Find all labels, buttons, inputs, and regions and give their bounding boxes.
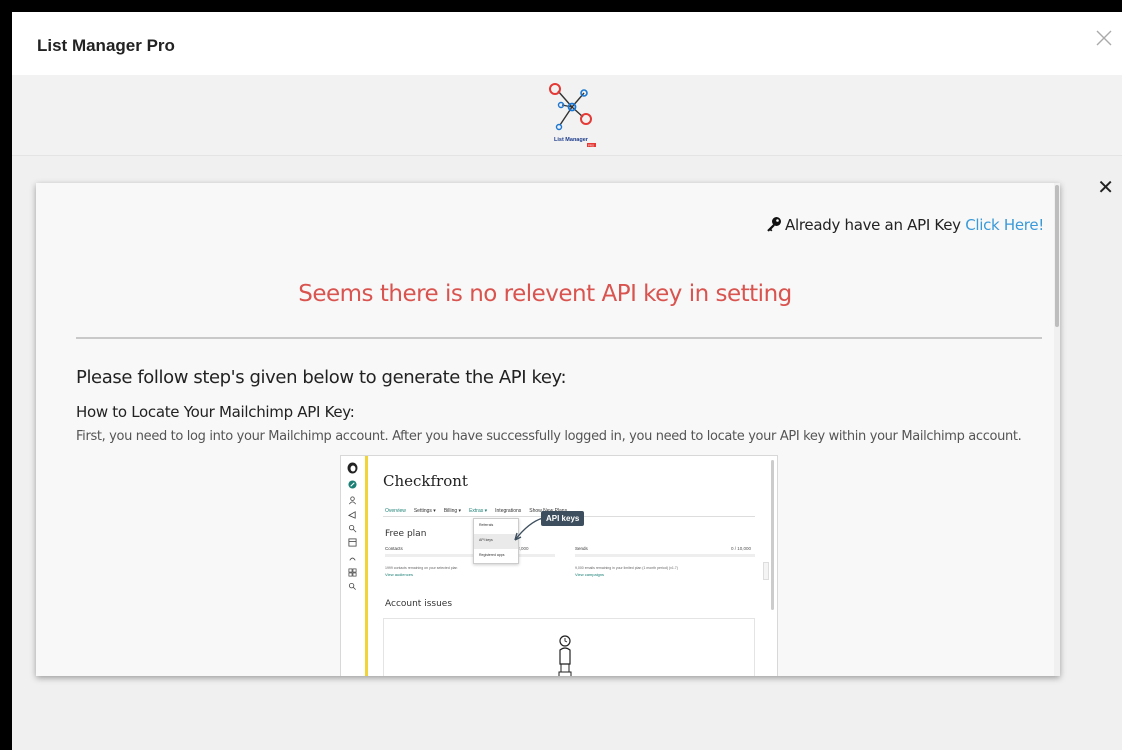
plan-title: Free plan: [385, 529, 427, 539]
sends-bar: [575, 554, 755, 557]
divider: [76, 337, 1042, 339]
sends-label: Sends: [575, 546, 588, 551]
sends-link: View campaigns: [575, 572, 605, 577]
dialog-window: List Manager Pro List Manager PRO ✕ Alre…: [12, 12, 1122, 750]
mailchimp-sidebar: [341, 456, 365, 676]
click-here-link[interactable]: Click Here!: [965, 216, 1044, 234]
account-name: Checkfront: [383, 472, 468, 490]
callout-arrow-icon: [514, 517, 544, 541]
panel-scrollbar[interactable]: [1054, 183, 1060, 676]
already-have-key: Already have an API Key Click Here!: [766, 216, 1044, 236]
howto-heading: How to Locate Your Mailchimp API Key:: [76, 403, 355, 421]
menu-item-registered-apps: Registered apps: [479, 553, 505, 557]
dialog-body: List Manager PRO ✕ Already have an API K…: [12, 75, 1122, 750]
close-icon[interactable]: [1094, 28, 1116, 50]
logo-text: List Manager: [554, 137, 589, 143]
key-icon: [766, 216, 782, 236]
nav-billing: Billing ▾: [443, 508, 462, 514]
accent-line: [365, 456, 368, 676]
window-title: List Manager Pro: [37, 36, 175, 55]
instructions-text: First, you need to log into your Mailchi…: [76, 429, 1022, 444]
integrations-icon: [348, 568, 357, 577]
warning-message: Seems there is no relevent API key in se…: [298, 281, 792, 307]
mailchimp-screenshot: Checkfront Overview Settings ▾ Billing ▾ Ex…: [340, 455, 778, 676]
list-manager-logo: List Manager PRO: [532, 81, 612, 153]
nav-settings: Settings ▾: [413, 508, 436, 514]
campaigns-icon: [348, 511, 356, 519]
sends-value: 0 / 10,000: [731, 546, 752, 551]
titlebar: List Manager Pro: [12, 12, 1122, 75]
logo-band: List Manager PRO: [12, 75, 1122, 156]
mailchimp-logo-icon: [347, 462, 358, 474]
automations-icon: [348, 524, 357, 533]
panel-scrollbar-thumb[interactable]: [1055, 185, 1059, 327]
api-key-notice-panel: Already have an API Key Click Here! Seem…: [36, 183, 1060, 676]
account-issues-title: Account issues: [385, 599, 453, 609]
contacts-link: View audiences: [385, 572, 413, 577]
steps-heading: Please follow step's given below to gene…: [76, 367, 567, 388]
api-keys-callout: API keys: [541, 511, 585, 526]
nav-overview: Overview: [385, 508, 406, 514]
logo-badge: PRO: [588, 143, 595, 147]
search-icon: [348, 582, 356, 590]
already-label: Already have an API Key: [785, 216, 961, 234]
website-icon: [348, 538, 357, 547]
audience-icon: [349, 496, 356, 505]
contacts-note: 1999 contacts remaining on your selected…: [385, 566, 458, 570]
panel-close-icon[interactable]: ✕: [1097, 175, 1114, 199]
nav-integrations: Integrations: [495, 508, 522, 514]
contacts-label: Contacts: [385, 546, 403, 551]
nav-extras: Extras ▾: [469, 508, 488, 514]
create-icon: [348, 480, 357, 489]
content-icon: [349, 557, 356, 561]
screenshot-scrollbar: [771, 460, 774, 610]
illustration-icon: [558, 635, 572, 676]
contacts-bar: [385, 554, 555, 557]
sends-note: 9,000 emails remaining in your limited p…: [575, 566, 678, 570]
side-handle: [763, 562, 769, 580]
